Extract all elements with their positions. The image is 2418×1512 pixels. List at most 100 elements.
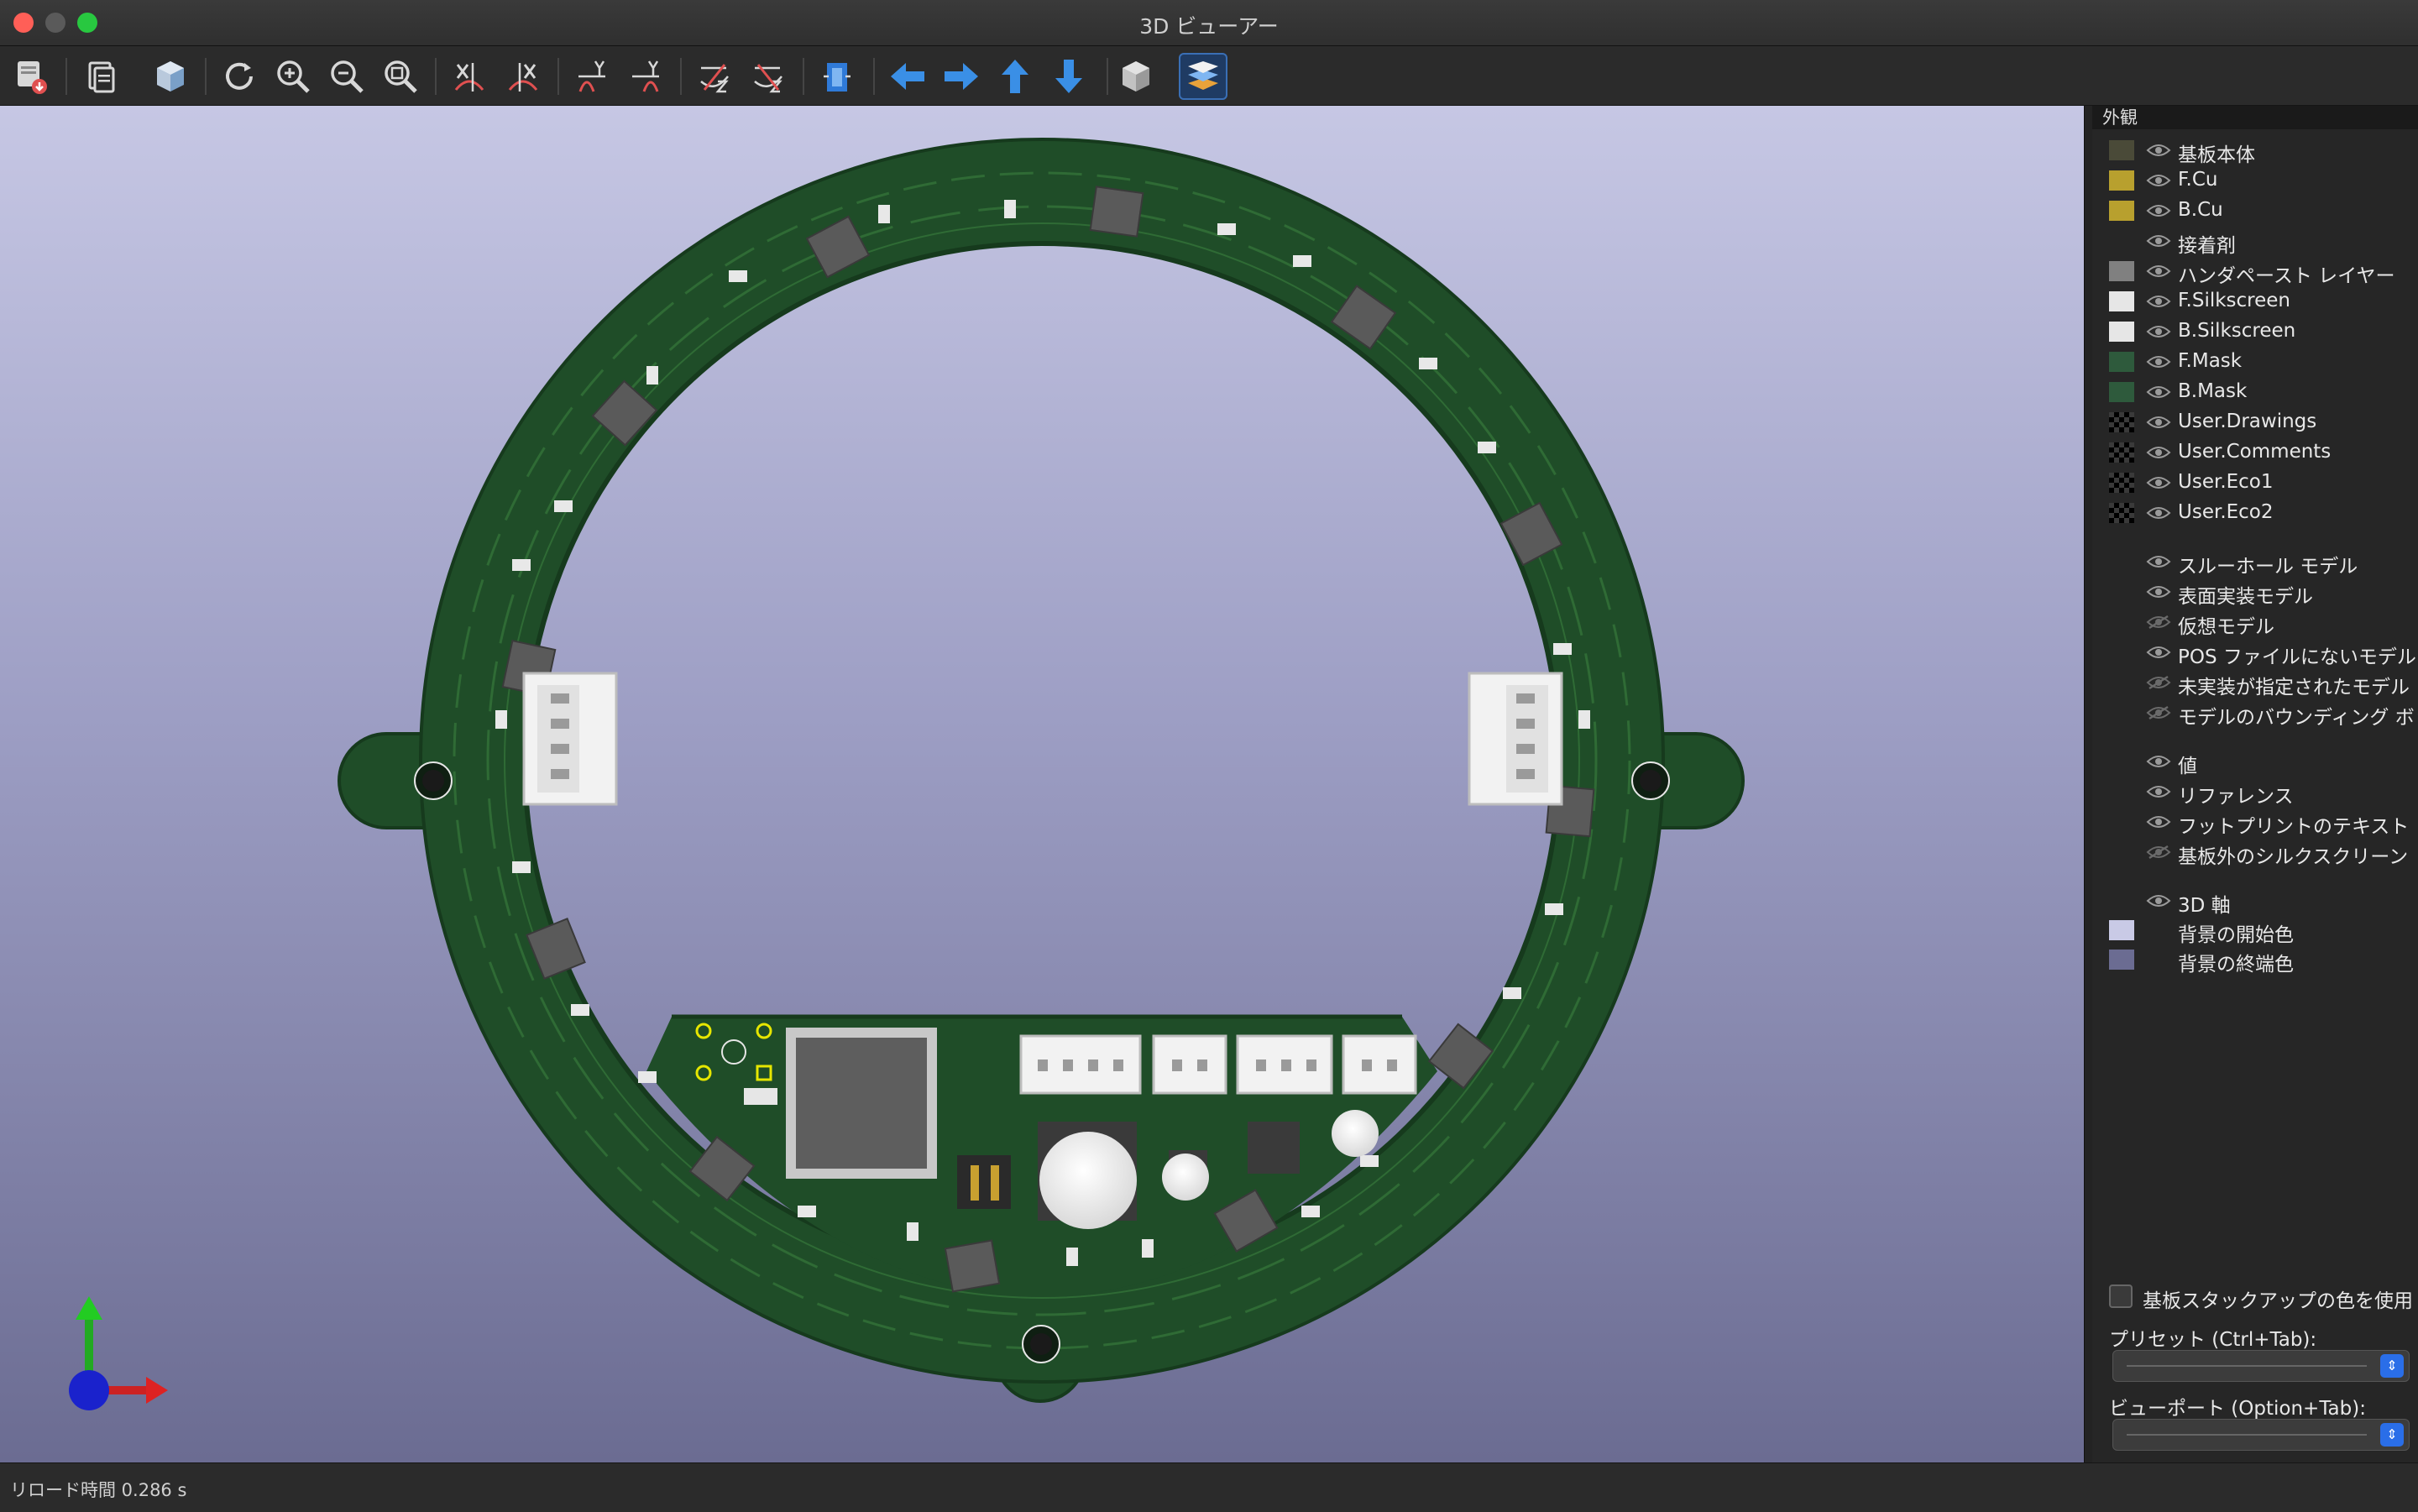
- layer-row[interactable]: B.Silkscreen: [2092, 317, 2418, 346]
- eye-icon[interactable]: [2146, 324, 2171, 339]
- layer-row[interactable]: フットプリントのテキスト: [2092, 808, 2418, 838]
- eye-icon[interactable]: [2146, 445, 2171, 460]
- rotate-y-cw-button[interactable]: [568, 53, 616, 100]
- eye-icon[interactable]: [2146, 203, 2171, 218]
- layer-row[interactable]: 背景の開始色: [2092, 916, 2418, 946]
- eye-icon[interactable]: [2146, 385, 2171, 400]
- eye-icon[interactable]: [2146, 505, 2171, 521]
- reload-icon: [226, 62, 253, 90]
- rotate-x-cw-button[interactable]: [445, 53, 494, 100]
- eye-icon[interactable]: [2146, 354, 2171, 369]
- flip-board-button[interactable]: [813, 53, 861, 100]
- status-bar: リロード時間 0.286 s: [0, 1462, 2418, 1512]
- eye-icon[interactable]: [2146, 784, 2171, 799]
- layer-row[interactable]: 接着剤: [2092, 227, 2418, 257]
- rotate-y-icon: [578, 60, 605, 92]
- pan-up-button[interactable]: [991, 53, 1039, 100]
- layer-label: 表面実装モデル: [2178, 586, 2313, 608]
- eye-hidden-icon[interactable]: [2146, 675, 2171, 690]
- 3d-axis-indicator: [69, 1296, 168, 1410]
- layers-panel-toggle[interactable]: [1179, 53, 1227, 100]
- select-arrows-icon: ⇕: [2380, 1423, 2404, 1447]
- color-swatch[interactable]: [2109, 412, 2134, 432]
- cube-render-icon: [157, 61, 184, 92]
- eye-icon[interactable]: [2146, 584, 2171, 599]
- eye-icon[interactable]: [2146, 173, 2171, 188]
- layer-row[interactable]: 表面実装モデル: [2092, 578, 2418, 608]
- use-stackup-colors-checkbox[interactable]: [2109, 1284, 2133, 1308]
- rotate-z-cw-button[interactable]: [690, 53, 739, 100]
- color-swatch[interactable]: [2109, 322, 2134, 342]
- select-arrows-icon: ⇕: [2380, 1354, 2404, 1378]
- layer-row[interactable]: 値: [2092, 747, 2418, 777]
- preset-select[interactable]: ⇕: [2112, 1350, 2410, 1382]
- layer-row[interactable]: 基板外のシルクスクリーン: [2092, 838, 2418, 868]
- rotate-z-ccw-button[interactable]: [744, 53, 793, 100]
- eye-icon[interactable]: [2146, 264, 2171, 279]
- layer-row[interactable]: F.Silkscreen: [2092, 287, 2418, 316]
- layer-row[interactable]: POS ファイルにないモデル: [2092, 638, 2418, 668]
- eye-icon[interactable]: [2146, 554, 2171, 569]
- eye-icon[interactable]: [2146, 645, 2171, 660]
- layer-row[interactable]: User.Eco2: [2092, 499, 2418, 527]
- layer-row[interactable]: 未実装が指定されたモデル: [2092, 668, 2418, 698]
- color-swatch[interactable]: [2109, 950, 2134, 970]
- color-swatch[interactable]: [2109, 261, 2134, 281]
- rotate-x-ccw-button[interactable]: [499, 53, 547, 100]
- layer-row[interactable]: User.Drawings: [2092, 408, 2418, 437]
- viewport-select[interactable]: ⇕: [2112, 1419, 2410, 1451]
- layer-row[interactable]: 基板本体: [2092, 136, 2418, 166]
- color-swatch[interactable]: [2109, 473, 2134, 493]
- 3d-viewport[interactable]: [0, 106, 2084, 1462]
- layer-row[interactable]: モデルのバウンディング ボッ: [2092, 698, 2418, 729]
- layer-label: 接着剤: [2178, 235, 2236, 257]
- color-swatch[interactable]: [2109, 170, 2134, 191]
- layer-row[interactable]: B.Mask: [2092, 378, 2418, 406]
- zoom-in-button[interactable]: [269, 53, 317, 100]
- layer-row[interactable]: 仮想モデル: [2092, 608, 2418, 638]
- layer-row[interactable]: F.Mask: [2092, 348, 2418, 376]
- copy-icon: [88, 61, 115, 93]
- panel-title: 外観: [2092, 106, 2418, 129]
- eye-hidden-icon[interactable]: [2146, 845, 2171, 860]
- layer-row[interactable]: B.Cu: [2092, 196, 2418, 225]
- raytrace-button[interactable]: [146, 53, 195, 100]
- eye-icon[interactable]: [2146, 233, 2171, 249]
- color-swatch[interactable]: [2109, 201, 2134, 221]
- eye-icon[interactable]: [2146, 143, 2171, 158]
- rotate-y-ccw-button[interactable]: [621, 53, 670, 100]
- layer-row[interactable]: 3D 軸: [2092, 887, 2418, 917]
- eye-icon[interactable]: [2146, 415, 2171, 430]
- eye-hidden-icon[interactable]: [2146, 705, 2171, 720]
- pan-down-button[interactable]: [1044, 53, 1093, 100]
- eye-icon[interactable]: [2146, 294, 2171, 309]
- pan-right-button[interactable]: [937, 53, 986, 100]
- eye-icon[interactable]: [2146, 814, 2171, 829]
- export-image-button[interactable]: [7, 53, 55, 100]
- layer-row[interactable]: User.Eco1: [2092, 468, 2418, 497]
- layer-label: User.Comments: [2178, 441, 2332, 463]
- reload-button[interactable]: [215, 53, 264, 100]
- zoom-out-button[interactable]: [322, 53, 371, 100]
- layer-row[interactable]: F.Cu: [2092, 166, 2418, 195]
- color-swatch[interactable]: [2109, 291, 2134, 311]
- orthographic-button[interactable]: [1112, 53, 1160, 100]
- layer-row[interactable]: スルーホール モデル: [2092, 547, 2418, 578]
- eye-icon[interactable]: [2146, 475, 2171, 490]
- zoom-fit-button[interactable]: [376, 53, 425, 100]
- eye-hidden-icon[interactable]: [2146, 615, 2171, 630]
- color-swatch[interactable]: [2109, 140, 2134, 160]
- pan-left-button[interactable]: [883, 53, 932, 100]
- color-swatch[interactable]: [2109, 442, 2134, 463]
- layer-row[interactable]: ハンダペースト レイヤー: [2092, 257, 2418, 287]
- copy-button[interactable]: [77, 53, 126, 100]
- layer-row[interactable]: 背景の終端色: [2092, 945, 2418, 976]
- layer-row[interactable]: リファレンス: [2092, 777, 2418, 808]
- layer-row[interactable]: User.Comments: [2092, 438, 2418, 467]
- color-swatch[interactable]: [2109, 503, 2134, 523]
- color-swatch[interactable]: [2109, 352, 2134, 372]
- eye-icon[interactable]: [2146, 893, 2171, 908]
- color-swatch[interactable]: [2109, 382, 2134, 402]
- color-swatch[interactable]: [2109, 920, 2134, 940]
- eye-icon[interactable]: [2146, 754, 2171, 769]
